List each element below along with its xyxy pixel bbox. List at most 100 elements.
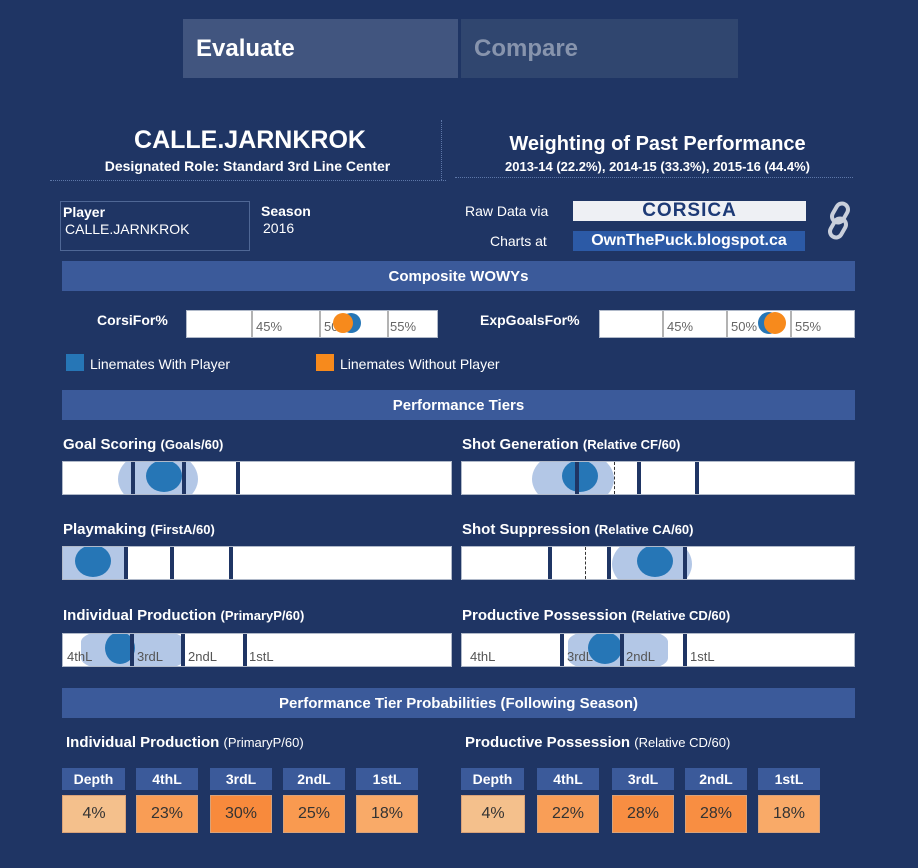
tick-50 (319, 311, 321, 337)
tier-label-3rdl: 3rdL (137, 649, 164, 664)
tier-threshold (124, 547, 128, 579)
prob-left-title: Individual Production (PrimaryP/60) (66, 734, 304, 751)
corsi-wowy-chart: 45% 50% 55% (186, 310, 438, 338)
chain-link-icon[interactable] (823, 200, 857, 242)
tier-label-4thl: 4thL (470, 649, 496, 664)
tier-label-1stl: 1stL (249, 649, 274, 664)
charts-label: Charts at (490, 233, 547, 249)
divider (441, 120, 442, 180)
prob-header-1stl: 1stL (758, 768, 820, 790)
corsica-logo[interactable]: CORSICA (573, 200, 806, 221)
tier-threshold (182, 462, 186, 494)
tick-label-55: 55% (795, 319, 822, 334)
tier-threshold (170, 547, 174, 579)
season-value[interactable]: 2016 (263, 220, 294, 236)
xg-without-marker (764, 312, 786, 334)
prob-value-2ndl: 28% (685, 795, 747, 833)
prob-value-3rdl: 28% (612, 795, 674, 833)
prob-header-4thl: 4thL (537, 768, 599, 790)
tier-label-4thl: 4thL (67, 649, 93, 664)
tier-threshold (243, 634, 247, 666)
prob-value-1stl: 18% (356, 795, 418, 833)
tick-55 (387, 311, 389, 337)
ownthepuck-logo[interactable]: OwnThePuck.blogspot.ca (573, 231, 805, 251)
individual-production-chart: 4thL 3rdL 2ndL 1stL (62, 633, 452, 667)
prob-value-2ndl: 25% (283, 795, 345, 833)
tier-threshold (130, 634, 134, 666)
tier-threshold (620, 634, 624, 666)
prob-header-2ndl: 2ndL (283, 768, 345, 790)
tier-threshold (131, 462, 135, 494)
xg-wowy-chart: 45% 50% 55% (599, 310, 855, 338)
tier-probabilities-header: Performance Tier Probabilities (Followin… (62, 688, 855, 718)
weighting-title: Weighting of Past Performance (509, 133, 806, 155)
prob-value-depth: 4% (461, 795, 525, 833)
corsi-label: CorsiFor% (97, 312, 168, 328)
prob-header-depth: Depth (62, 768, 125, 790)
playmaking-chart (62, 546, 452, 580)
tab-compare[interactable]: Compare (461, 19, 738, 78)
tick-55 (790, 311, 792, 337)
prob-header-2ndl: 2ndL (685, 768, 747, 790)
league-average-line (614, 462, 615, 494)
productive-possession-title: Productive Possession (Relative CD/60) (462, 607, 731, 624)
prob-header-3rdl: 3rdL (210, 768, 272, 790)
prob-header-3rdl: 3rdL (612, 768, 674, 790)
tier-threshold (637, 462, 641, 494)
tier-label-2ndl: 2ndL (626, 649, 655, 664)
goal-scoring-title: Goal Scoring (Goals/60) (63, 436, 224, 453)
legend-without-label: Linemates Without Player (340, 356, 500, 372)
tier-label-2ndl: 2ndL (188, 649, 217, 664)
league-average-line (585, 547, 586, 579)
tier-threshold (683, 547, 687, 579)
tier-label-1stl: 1stL (690, 649, 715, 664)
prob-right-title: Productive Possession (Relative CD/60) (465, 734, 731, 751)
corsi-without-marker (333, 313, 353, 333)
tier-threshold (683, 634, 687, 666)
player-name-title: CALLE.JARNKROK (134, 126, 366, 154)
tick-label-50: 50% (731, 319, 758, 334)
estimate-marker (75, 547, 111, 577)
legend-without-swatch (316, 354, 334, 371)
shot-generation-chart (461, 461, 855, 495)
tick-label-55: 55% (390, 319, 417, 334)
tab-evaluate[interactable]: Evaluate (183, 19, 458, 78)
legend-with-label: Linemates With Player (90, 356, 231, 372)
prob-value-4thl: 22% (537, 795, 599, 833)
tier-threshold (236, 462, 240, 494)
prob-value-depth: 4% (62, 795, 126, 833)
prob-value-4thl: 23% (136, 795, 198, 833)
estimate-marker (562, 462, 598, 492)
prob-header-4thl: 4thL (136, 768, 198, 790)
divider (455, 177, 853, 178)
prob-header-depth: Depth (461, 768, 524, 790)
divider (50, 180, 446, 181)
estimate-marker (637, 547, 673, 577)
xg-label: ExpGoalsFor% (480, 312, 580, 328)
performance-tiers-header: Performance Tiers (62, 390, 855, 420)
tick-50 (726, 311, 728, 337)
estimate-marker (588, 634, 622, 664)
productive-possession-chart: 4thL 3rdL 2ndL 1stL (461, 633, 855, 667)
tier-threshold (229, 547, 233, 579)
tier-label-3rdl: 3rdL (567, 649, 594, 664)
prob-value-1stl: 18% (758, 795, 820, 833)
shot-suppression-title: Shot Suppression (Relative CA/60) (462, 521, 694, 538)
shot-generation-title: Shot Generation (Relative CF/60) (462, 436, 681, 453)
playmaking-title: Playmaking (FirstA/60) (63, 521, 215, 538)
weighting-detail: 2013-14 (22.2%), 2014-15 (33.3%), 2015-1… (505, 159, 810, 174)
tick-label-45: 45% (667, 319, 694, 334)
raw-data-label: Raw Data via (465, 203, 549, 219)
tier-threshold (575, 462, 579, 494)
prob-header-1stl: 1stL (356, 768, 418, 790)
tier-threshold (607, 547, 611, 579)
player-value: CALLE.JARNKROK (65, 221, 190, 237)
legend-with-swatch (66, 354, 84, 371)
season-label: Season (261, 203, 311, 219)
player-field[interactable]: Player CALLE.JARNKROK (60, 201, 250, 251)
designated-role: Designated Role: Standard 3rd Line Cente… (104, 158, 391, 174)
tick-label-45: 45% (256, 319, 283, 334)
prob-value-3rdl: 30% (210, 795, 272, 833)
tier-threshold (548, 547, 552, 579)
goal-scoring-chart (62, 461, 452, 495)
